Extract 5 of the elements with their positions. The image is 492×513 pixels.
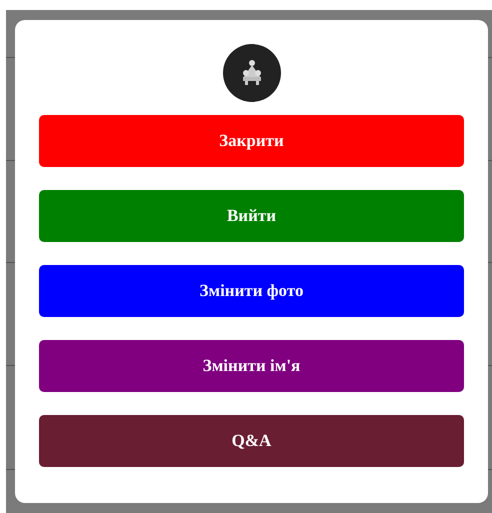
action-button[interactable]: Закрити (39, 115, 464, 167)
action-button[interactable]: Q&A (39, 415, 464, 467)
action-button[interactable]: Змінити ім'я (39, 340, 464, 392)
action-button[interactable]: Вийти (39, 190, 464, 242)
action-button[interactable]: Змінити фото (39, 265, 464, 317)
